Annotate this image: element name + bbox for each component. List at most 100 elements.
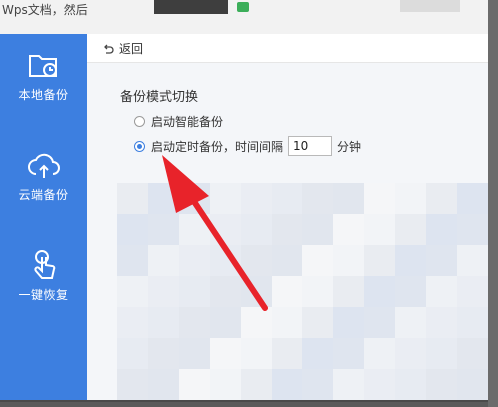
- blur-block: [178, 183, 210, 214]
- blur-block: [364, 245, 396, 276]
- blur-block: [426, 307, 458, 338]
- sidebar-item-label: 本地备份: [18, 88, 69, 102]
- blur-block: [302, 338, 334, 369]
- blur-block: [457, 338, 488, 369]
- blur-block: [395, 338, 427, 369]
- blur-block: [457, 214, 488, 245]
- undo-arrow-icon: [104, 44, 114, 54]
- blur-block: [395, 245, 427, 276]
- blur-block: [426, 214, 458, 245]
- blur-block: [302, 276, 334, 307]
- blur-block: [147, 276, 179, 307]
- background-document: Wps文档，然后: [0, 0, 498, 34]
- blur-block: [117, 214, 148, 245]
- blur-block: [209, 214, 241, 245]
- blur-block: [209, 276, 241, 307]
- blur-block: [395, 214, 427, 245]
- blur-block: [178, 276, 210, 307]
- blur-block: [209, 183, 241, 214]
- blur-block: [302, 307, 334, 338]
- blur-block: [364, 276, 396, 307]
- blur-block: [178, 338, 210, 369]
- background-green-icon: [237, 2, 249, 12]
- sidebar-item-label: 一键恢复: [18, 288, 69, 302]
- blur-block: [395, 307, 427, 338]
- blur-block: [426, 338, 458, 369]
- blur-block: [117, 369, 148, 400]
- blur-block: [395, 369, 427, 400]
- blur-block: [240, 369, 272, 400]
- sidebar-item-label: 云端备份: [18, 188, 69, 202]
- dialog-topbar: 返回: [87, 34, 488, 63]
- blur-block: [302, 245, 334, 276]
- back-label: 返回: [119, 42, 144, 56]
- blur-block: [364, 369, 396, 400]
- blur-block: [240, 307, 272, 338]
- blur-block: [209, 245, 241, 276]
- blur-block: [178, 369, 210, 400]
- blur-block: [457, 183, 488, 214]
- blur-block: [147, 369, 179, 400]
- blur-block: [457, 245, 488, 276]
- background-edge: [488, 0, 498, 407]
- blur-block: [364, 183, 396, 214]
- blur-block: [240, 276, 272, 307]
- blur-block: [364, 214, 396, 245]
- blur-block: [271, 245, 303, 276]
- background-toolbar-block: [400, 0, 460, 12]
- radio-label: 启动智能备份: [151, 115, 224, 129]
- blur-block: [271, 214, 303, 245]
- back-button[interactable]: 返回: [102, 40, 143, 57]
- blur-block: [271, 183, 303, 214]
- background-doc-text: Wps文档，然后: [2, 3, 88, 17]
- blur-block: [117, 245, 148, 276]
- folder-clock-icon: [28, 55, 57, 77]
- blur-block: [147, 307, 179, 338]
- blur-block: [426, 183, 458, 214]
- backup-settings-panel: 备份模式切换 启动智能备份 启动定时备份，时间间隔 分钟: [87, 63, 488, 400]
- blur-block: [271, 338, 303, 369]
- blur-block: [147, 183, 179, 214]
- sidebar-item-local-backup[interactable]: 本地备份: [0, 34, 87, 124]
- backup-dialog: 本地备份 云端备份 一键恢复 返回 备份模式切换 启动智能备份 启动定时备份，时…: [0, 34, 488, 402]
- blur-block: [117, 338, 148, 369]
- blur-block: [147, 338, 179, 369]
- blur-block: [333, 183, 365, 214]
- blur-block: [178, 307, 210, 338]
- radio-timed-backup[interactable]: 启动定时备份，时间间隔 分钟: [134, 136, 361, 156]
- blur-block: [240, 338, 272, 369]
- cloud-upload-icon: [27, 153, 60, 178]
- blur-block: [209, 338, 241, 369]
- section-title: 备份模式切换: [120, 90, 199, 105]
- blur-block: [178, 245, 210, 276]
- blur-block: [333, 245, 365, 276]
- blur-block: [302, 183, 334, 214]
- blur-block: [147, 214, 179, 245]
- sidebar: 本地备份 云端备份 一键恢复: [0, 34, 87, 400]
- tap-hand-icon: [33, 250, 55, 279]
- radio-smart-backup[interactable]: 启动智能备份: [134, 113, 223, 130]
- sidebar-item-one-click-restore[interactable]: 一键恢复: [0, 234, 87, 324]
- blur-block: [426, 276, 458, 307]
- blur-block: [302, 214, 334, 245]
- blur-block: [271, 276, 303, 307]
- blur-block: [271, 369, 303, 400]
- interval-input[interactable]: [288, 136, 333, 156]
- radio-button[interactable]: [134, 116, 145, 127]
- blurred-content: [117, 183, 488, 400]
- blur-block: [147, 245, 179, 276]
- blur-block: [117, 276, 148, 307]
- blur-block: [117, 183, 148, 214]
- radio-button-selected[interactable]: [134, 140, 145, 152]
- blur-block: [333, 307, 365, 338]
- blur-block: [364, 307, 396, 338]
- blur-block: [333, 338, 365, 369]
- blur-block: [302, 369, 334, 400]
- blur-block: [333, 369, 365, 400]
- radio-label: 启动定时备份，时间间隔: [151, 139, 284, 154]
- interval-unit: 分钟: [337, 139, 362, 154]
- sidebar-item-cloud-backup[interactable]: 云端备份: [0, 134, 87, 224]
- blur-block: [178, 214, 210, 245]
- blur-block: [333, 214, 365, 245]
- blur-block: [395, 183, 427, 214]
